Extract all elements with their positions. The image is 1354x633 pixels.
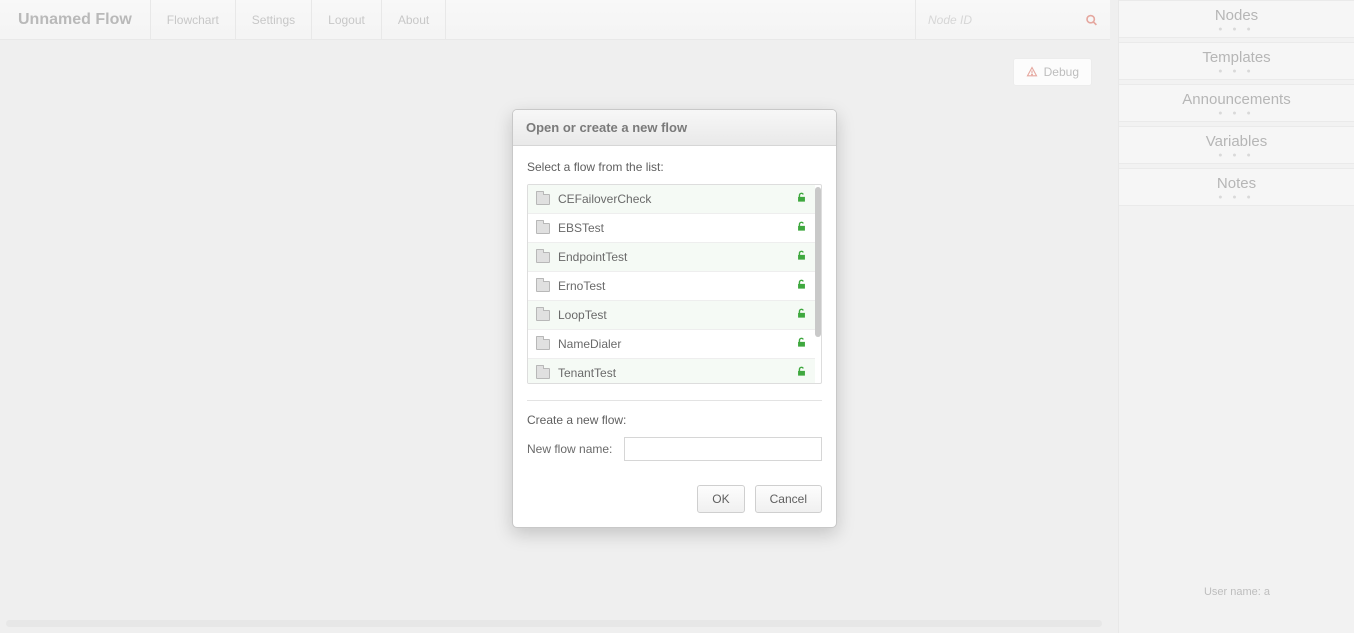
folder-icon xyxy=(536,252,550,263)
unlocked-icon xyxy=(796,308,807,322)
select-flow-label: Select a flow from the list: xyxy=(527,160,822,174)
unlocked-icon xyxy=(796,192,807,206)
flow-list-inner: CEFailoverCheck EBSTest EndpointTest ErnoTe… xyxy=(528,185,815,383)
folder-icon xyxy=(536,281,550,292)
cancel-button[interactable]: Cancel xyxy=(755,485,822,513)
flow-item[interactable]: NameDialer xyxy=(528,330,815,359)
flow-name: EBSTest xyxy=(558,221,796,235)
unlocked-icon xyxy=(796,221,807,235)
folder-icon xyxy=(536,223,550,234)
unlocked-icon xyxy=(796,337,807,351)
flow-item[interactable]: TenantTest xyxy=(528,359,815,383)
list-scrollbar[interactable] xyxy=(815,187,821,337)
unlocked-icon xyxy=(796,279,807,293)
dialog-title: Open or create a new flow xyxy=(513,110,836,146)
flow-item[interactable]: CEFailoverCheck xyxy=(528,185,815,214)
flow-item[interactable]: EBSTest xyxy=(528,214,815,243)
new-flow-name-label: New flow name: xyxy=(527,442,612,456)
flow-name: EndpointTest xyxy=(558,250,796,264)
flow-item[interactable]: LoopTest xyxy=(528,301,815,330)
open-flow-dialog: Open or create a new flow Select a flow … xyxy=(512,109,837,528)
folder-icon xyxy=(536,194,550,205)
flow-name: NameDialer xyxy=(558,337,796,351)
divider xyxy=(527,400,822,401)
folder-icon xyxy=(536,339,550,350)
flow-item[interactable]: EndpointTest xyxy=(528,243,815,272)
new-flow-row: New flow name: xyxy=(527,437,822,461)
unlocked-icon xyxy=(796,250,807,264)
flow-name: CEFailoverCheck xyxy=(558,192,796,206)
dialog-footer: OK Cancel xyxy=(513,475,836,527)
flow-name: LoopTest xyxy=(558,308,796,322)
dialog-body: Select a flow from the list: CEFailoverC… xyxy=(513,146,836,475)
folder-icon xyxy=(536,310,550,321)
unlocked-icon xyxy=(796,366,807,380)
folder-icon xyxy=(536,368,550,379)
new-flow-name-input[interactable] xyxy=(624,437,822,461)
flow-name: ErnoTest xyxy=(558,279,796,293)
flow-list: CEFailoverCheck EBSTest EndpointTest ErnoTe… xyxy=(527,184,822,384)
create-flow-label: Create a new flow: xyxy=(527,413,822,427)
flow-name: TenantTest xyxy=(558,366,796,380)
flow-item[interactable]: ErnoTest xyxy=(528,272,815,301)
ok-button[interactable]: OK xyxy=(697,485,744,513)
